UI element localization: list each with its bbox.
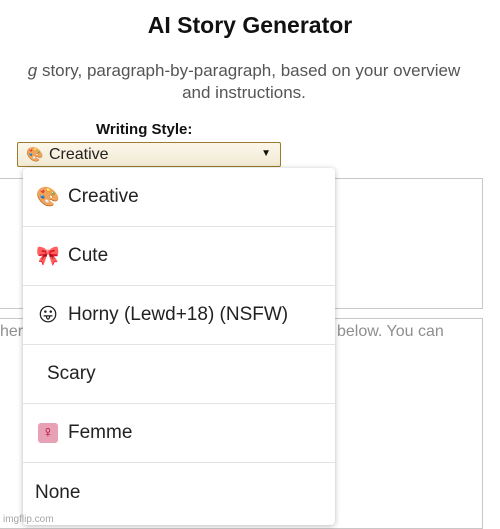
writing-style-select[interactable]: 🎨 Creative ▼ [17,142,281,167]
female-sign-icon: ♀ [35,423,61,443]
page-description: g story, paragraph-by-paragraph, based o… [0,60,494,104]
writing-style-dropdown: 🎨 Creative 🎀 Cute 😛 Horny (Lewd+18) (NSF… [23,168,335,525]
palette-icon: 🎨 [26,146,44,162]
palette-icon: 🎨 [36,187,60,208]
instructions-placeholder-right: below. You can [337,323,444,340]
description-line-1: story, paragraph-by-paragraph, based on … [37,61,461,80]
option-label: Cute [68,245,109,266]
ribbon-icon: 🎀 [36,246,60,267]
writing-style-selected-value: Creative [49,145,109,163]
option-label: None [35,481,81,503]
instructions-placeholder-left: her [0,323,24,340]
tongue-face-icon: 😛 [38,304,58,326]
option-label: Horny (Lewd+18) (NSFW) [68,304,289,325]
option-horny[interactable]: 😛 Horny (Lewd+18) (NSFW) [23,286,335,345]
option-label: Creative [68,186,139,207]
option-femme[interactable]: ♀ Femme [23,404,335,463]
option-label: Femme [68,422,133,443]
description-emphasis: g [27,61,38,80]
option-none[interactable]: None [23,463,335,522]
option-scary[interactable]: Scary [23,345,335,404]
option-cute[interactable]: 🎀 Cute [23,227,335,286]
description-line-2: and instructions. [182,83,306,102]
imgflip-watermark: imgflip.com [3,514,54,525]
option-label: Scary [47,363,96,384]
writing-style-label: Writing Style: [96,121,193,138]
page-title: AI Story Generator [147,12,353,38]
option-creative[interactable]: 🎨 Creative [23,168,335,227]
female-sign-glyph: ♀ [38,423,58,443]
chevron-down-icon: ▼ [261,148,271,159]
